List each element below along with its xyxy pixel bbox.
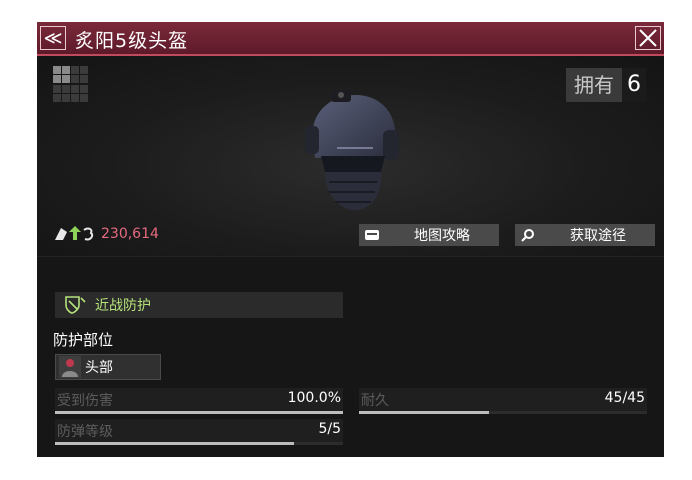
stat-name: 受到伤害 [57, 393, 113, 409]
power-up-icon [55, 226, 94, 241]
combat-power: 230,614 [53, 226, 159, 242]
stat-value: 100.0% [287, 390, 341, 406]
head-body-icon [59, 356, 81, 378]
owned-count: 6 [622, 68, 646, 102]
stat-value: 45/45 [604, 390, 645, 406]
map-guide-icon [359, 228, 385, 242]
owned-count-box: 拥有 6 [566, 68, 646, 102]
stat-value: 5/5 [318, 421, 341, 437]
melee-shield-icon [65, 296, 86, 314]
stat-durability: 耐久 45/45 [359, 388, 647, 414]
protected-part-tag: 头部 [55, 354, 161, 380]
divider [37, 256, 664, 257]
stat-damage-taken: 受到伤害 100.0% [55, 388, 343, 414]
protected-part-heading: 防护部位 [53, 331, 114, 349]
close-icon [639, 29, 657, 47]
title-bar: ≪ 炙阳5级头盔 [37, 22, 664, 56]
stat-armor-level: 防弹等级 5/5 [55, 419, 343, 445]
back-button[interactable]: ≪ [40, 26, 66, 50]
protection-type: 近战防护 [55, 292, 343, 318]
obtain-source-button[interactable]: 获取途径 [515, 224, 655, 246]
stat-name: 防弹等级 [57, 424, 113, 440]
stat-name: 耐久 [361, 393, 389, 409]
inventory-grid-icon[interactable] [53, 66, 89, 102]
item-title: 炙阳5级头盔 [75, 30, 189, 52]
owned-label: 拥有 [566, 68, 622, 102]
stat-bar-fill [55, 411, 343, 414]
stat-bar-fill [55, 442, 295, 445]
obtain-source-label: 获取途径 [570, 228, 626, 244]
map-guide-label: 地图攻略 [414, 228, 470, 244]
item-preview: 拥有 6 230,614 地图攻略 获取途径 [37, 56, 664, 256]
map-guide-button[interactable]: 地图攻略 [359, 224, 499, 246]
item-detail-panel: ≪ 炙阳5级头盔 拥有 6 230,614 地图攻略 获取途径 近战防护 防护部… [37, 22, 664, 457]
stat-bar-fill [359, 411, 489, 414]
search-icon [515, 228, 541, 242]
double-chevron-left-icon: ≪ [43, 27, 63, 49]
power-value: 230,614 [101, 226, 159, 242]
tactical-helmet-icon [305, 90, 399, 210]
protected-part-label: 头部 [85, 360, 113, 376]
close-button[interactable] [635, 26, 661, 50]
protection-type-label: 近战防护 [95, 298, 151, 314]
